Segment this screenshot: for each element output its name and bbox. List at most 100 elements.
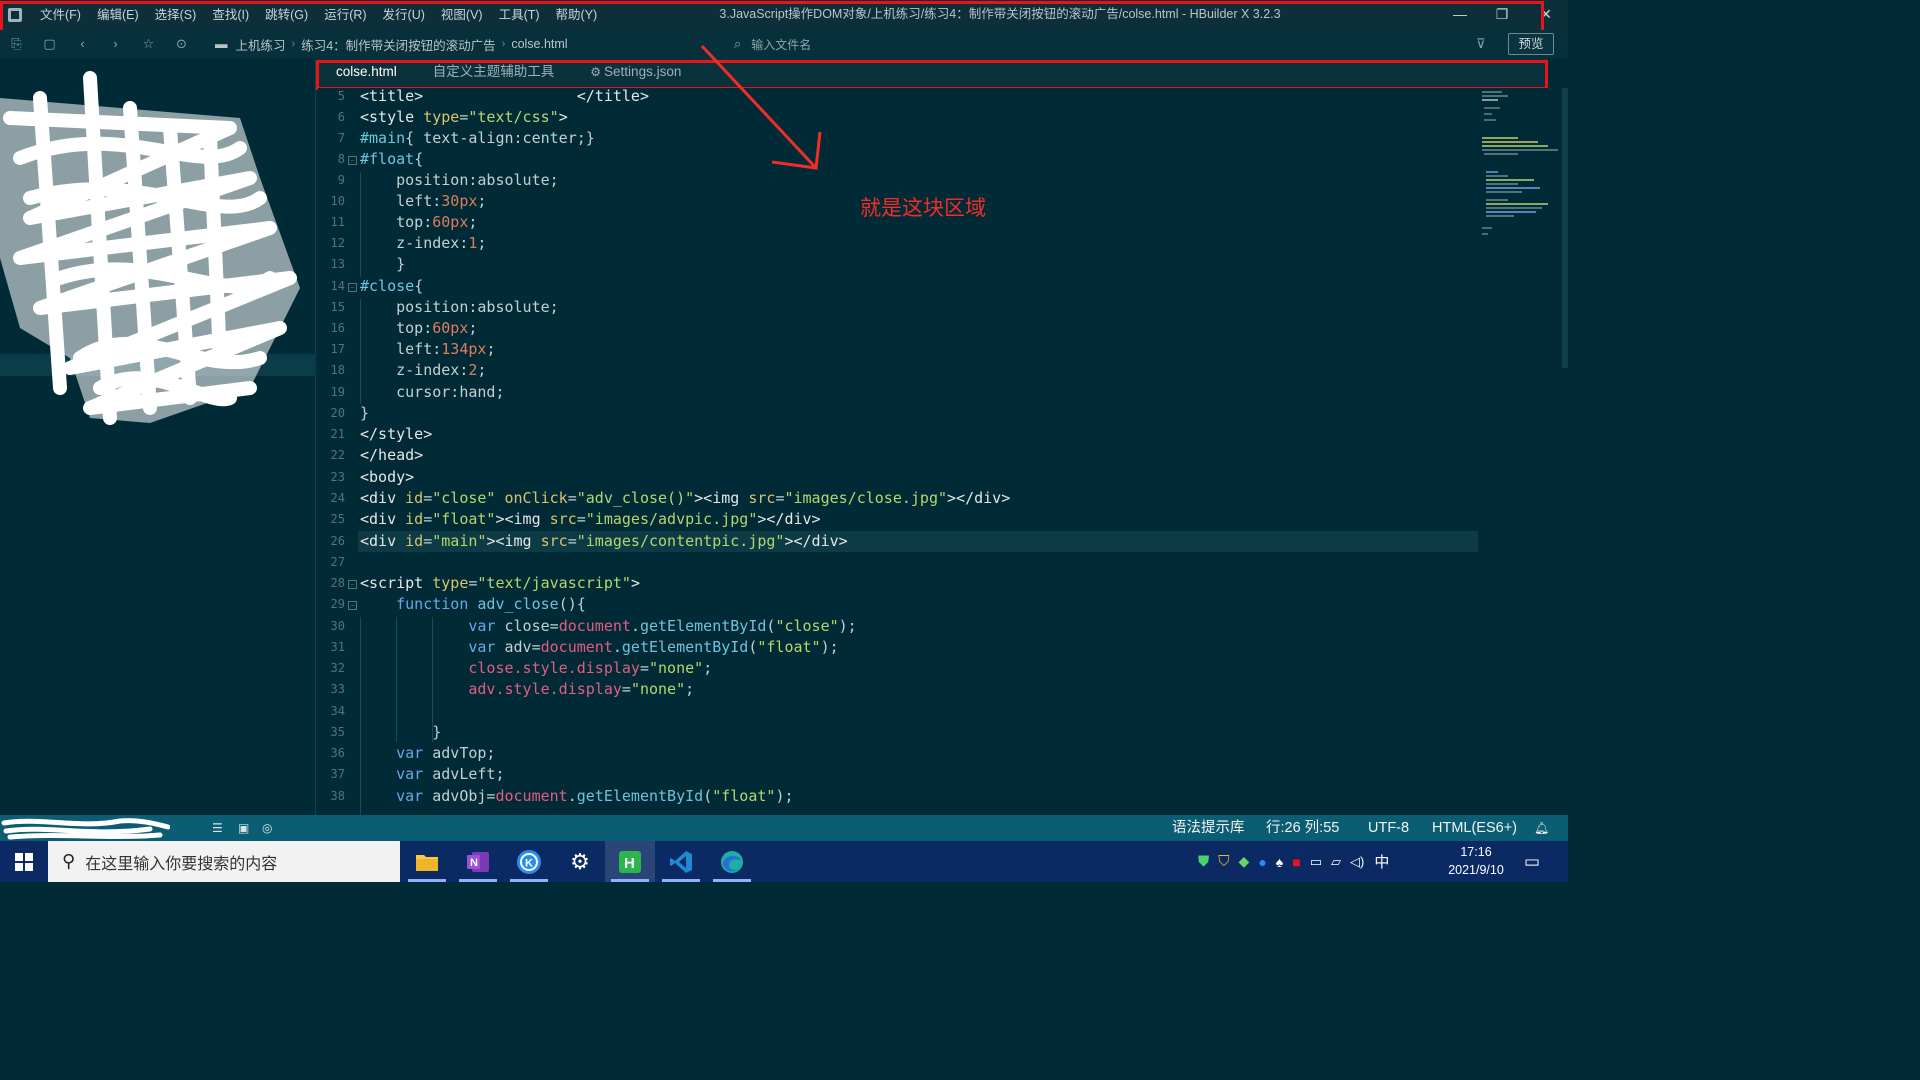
browser-icon[interactable]: ◎ — [262, 815, 272, 841]
clock-time: 17:16 — [1460, 845, 1492, 859]
hbuilder-app-icon[interactable] — [0, 0, 30, 30]
breadcrumb-item[interactable]: 上机练习 — [236, 35, 286, 54]
menu-tools[interactable]: 工具(T) — [491, 0, 548, 30]
editor-tabs: colse.html 自定义主题辅助工具 ⚙ Settings.json — [318, 58, 1548, 88]
k-app-icon[interactable]: K — [504, 841, 554, 882]
redaction-scribble — [0, 71, 300, 425]
fold-toggle-icon[interactable]: − — [348, 601, 357, 610]
back-icon[interactable]: ‹ — [66, 30, 99, 58]
code-line: cursor:hand; — [360, 383, 505, 401]
app-tray-icon[interactable]: ■ — [1292, 854, 1300, 870]
code-line: </head> — [360, 446, 424, 464]
file-explorer-icon[interactable] — [402, 841, 452, 882]
code-line: <body> — [360, 468, 415, 486]
bell-icon[interactable]: 🔔︎ — [1534, 815, 1549, 841]
windows-icon — [15, 852, 33, 871]
star-icon[interactable]: ☆ — [132, 30, 165, 58]
breadcrumb-item[interactable]: 练习4：制作带关闭按钮的滚动广告 — [301, 35, 495, 54]
syntax-library-button[interactable]: 语法提示库 — [1172, 815, 1245, 841]
vertical-scrollbar[interactable] — [1562, 88, 1568, 368]
settings-icon[interactable]: ⚙ — [555, 841, 605, 882]
minimize-button[interactable]: — — [1440, 0, 1480, 30]
tab-theme-helper[interactable]: 自定义主题辅助工具 — [415, 58, 573, 88]
line-number: 25 — [330, 512, 345, 526]
qq-icon[interactable]: ♠ — [1276, 854, 1283, 870]
close-window-button[interactable]: ✕ — [1526, 0, 1566, 30]
line-number: 34 — [330, 704, 345, 718]
menu-select[interactable]: 选择(S) — [147, 0, 205, 30]
tab-colse-html[interactable]: colse.html — [318, 58, 415, 88]
filter-icon[interactable]: ⊽ — [1476, 30, 1486, 58]
security-icon[interactable]: ⛉ — [1218, 853, 1229, 870]
encoding-selector[interactable]: UTF-8 — [1368, 815, 1409, 841]
menu-run[interactable]: 运行(R) — [316, 0, 374, 30]
code-line: #float{ — [360, 150, 424, 168]
line-number: 18 — [330, 363, 345, 377]
project-sidebar[interactable] — [0, 58, 316, 815]
red-arrow-annotation — [700, 44, 822, 170]
minimap[interactable] — [1478, 88, 1566, 248]
new-file-icon[interactable]: ⎘ — [0, 30, 33, 58]
cursor-position[interactable]: 行:26 列:55 — [1266, 815, 1339, 841]
forward-icon[interactable]: › — [99, 30, 132, 58]
code-line: var close=document.getElementById("close… — [468, 617, 857, 635]
code-line: adv.style.display="none"; — [468, 680, 695, 698]
menu-edit[interactable]: 编辑(E) — [89, 0, 147, 30]
vscode-icon[interactable] — [656, 841, 706, 882]
line-number: 24 — [330, 491, 345, 505]
fold-toggle-icon[interactable]: − — [348, 156, 357, 165]
line-number: 23 — [330, 470, 345, 484]
terminal-icon[interactable]: ▣ — [238, 815, 249, 841]
code-line: z-index:1; — [360, 234, 487, 252]
volume-icon[interactable]: ◁) — [1350, 854, 1364, 870]
start-button[interactable] — [0, 841, 48, 882]
code-line: <script type="text/javascript"> — [360, 574, 640, 592]
notification-icon[interactable]: ▭ — [1524, 841, 1540, 882]
annotation-text: 就是这块区域 — [860, 196, 986, 220]
code-line: <title> </title> — [360, 88, 649, 105]
ime-indicator[interactable]: 中 — [1374, 851, 1389, 872]
code-line: position:absolute; — [360, 298, 559, 316]
hbuilder-icon[interactable]: H — [605, 841, 655, 882]
code-line: close.style.display="none"; — [468, 659, 713, 677]
language-mode-selector[interactable]: HTML(ES6+) — [1432, 815, 1517, 841]
taskbar-search-input[interactable]: 在这里输入你要搜索的内容 — [85, 850, 277, 874]
line-number: 6 — [337, 110, 345, 124]
menu-publish[interactable]: 发行(U) — [375, 0, 433, 30]
run-icon[interactable]: ⊙ — [165, 30, 198, 58]
line-number: 10 — [330, 194, 345, 208]
fold-toggle-icon[interactable]: − — [348, 580, 357, 589]
tab-settings-json[interactable]: ⚙ Settings.json — [572, 58, 699, 88]
save-icon[interactable]: ▢ — [33, 30, 66, 58]
svg-text:K: K — [525, 857, 533, 869]
edge-icon[interactable] — [707, 841, 757, 882]
menu-view[interactable]: 视图(V) — [433, 0, 491, 30]
menu-file[interactable]: 文件(F) — [32, 0, 89, 30]
battery-icon[interactable]: ▭ — [1310, 854, 1322, 870]
clock[interactable]: 17:16 2021/9/10 — [1440, 843, 1512, 879]
menu-goto[interactable]: 跳转(G) — [257, 0, 316, 30]
code-line: var advObj=document.getElementById("floa… — [396, 787, 794, 805]
menu-find[interactable]: 查找(I) — [204, 0, 257, 30]
line-number: 15 — [330, 300, 345, 314]
tab-settings-label: Settings.json — [604, 64, 682, 79]
line-number: 28 — [330, 576, 345, 590]
svg-text:H: H — [624, 855, 635, 872]
network-icon[interactable]: ▱ — [1331, 854, 1341, 870]
network-app-icon[interactable]: ◆ — [1239, 853, 1250, 870]
code-line: } — [360, 723, 442, 741]
taskbar-search[interactable]: ⚲ 在这里输入你要搜索的内容 — [48, 841, 400, 882]
shield-icon[interactable]: ⛊ — [1198, 853, 1209, 870]
line-number: 29 — [330, 597, 345, 611]
k-tray-icon[interactable]: ● — [1258, 854, 1266, 870]
line-number: 35 — [330, 725, 345, 739]
restore-button[interactable]: ❐ — [1482, 0, 1522, 30]
onenote-icon[interactable]: N — [453, 841, 503, 882]
line-number: 37 — [330, 767, 345, 781]
breadcrumb-item[interactable]: colse.html — [511, 37, 567, 51]
fold-toggle-icon[interactable]: − — [348, 283, 357, 292]
preview-button[interactable]: 预览 — [1508, 33, 1554, 55]
outline-icon[interactable]: ☰ — [212, 815, 223, 841]
